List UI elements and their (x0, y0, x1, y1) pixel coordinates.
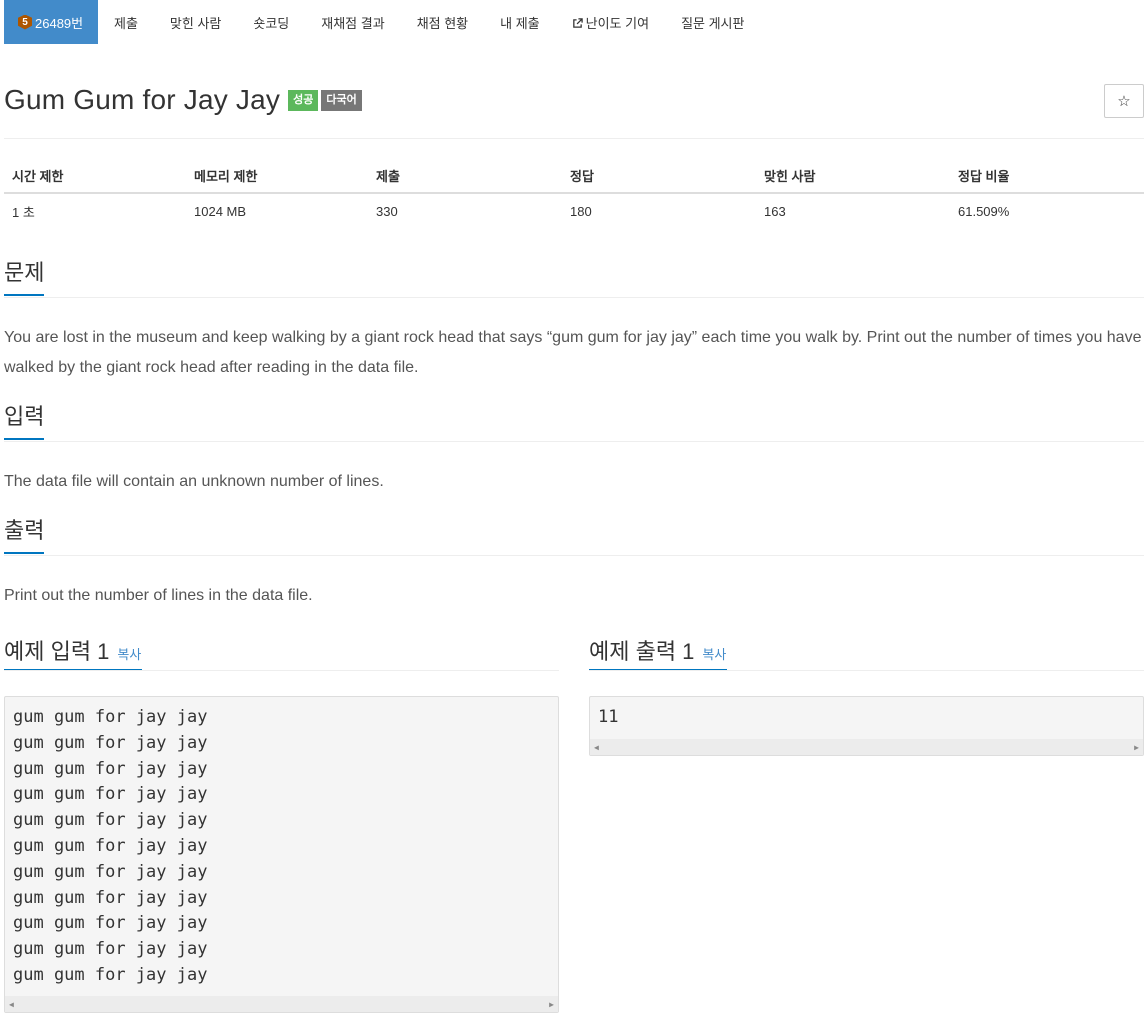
problem-title: Gum Gum for Jay Jay (4, 84, 281, 115)
nav-difficulty-contribution[interactable]: 난이도 기여 (556, 0, 665, 44)
sample-output-title: 예제 출력 1 (589, 639, 695, 664)
scroll-right-icon[interactable]: ▶ (1134, 743, 1139, 752)
sample-input-scrollbar[interactable]: ◀ ▶ (5, 996, 558, 1012)
output-divider (4, 555, 1144, 556)
input-heading: 입력 (4, 402, 45, 442)
info-header-memory-limit: 메모리 제한 (194, 168, 258, 184)
input-text: The data file will contain an unknown nu… (4, 473, 384, 490)
sample-output-heading: 예제 출력 1 복사 (589, 634, 726, 666)
sample-input-box[interactable]: gum gum for jay jay gum gum for jay jay gu… (4, 696, 559, 1013)
code-line: gum gum for jay jay (13, 784, 208, 805)
nav-accepted-users[interactable]: 맞힌 사람 (154, 0, 237, 44)
input-divider (4, 441, 1144, 442)
code-line: 11 (598, 707, 619, 727)
sample-input-code: gum gum for jay jay gum gum for jay jay gu… (5, 697, 558, 989)
nav-short-coding[interactable]: 숏코딩 (237, 0, 305, 44)
code-line: gum gum for jay jay (13, 964, 208, 985)
scroll-left-icon[interactable]: ◀ (594, 743, 599, 752)
sample-input-divider (4, 670, 559, 671)
info-header-solvers: 맞힌 사람 (764, 168, 816, 184)
info-header-time-limit: 시간 제한 (12, 168, 64, 184)
tier-badge-icon: 5 (18, 14, 32, 30)
info-header-row: 시간 제한 메모리 제한 제출 정답 맞힌 사람 정답 비율 (4, 158, 1144, 194)
star-button[interactable]: ☆ (1104, 84, 1144, 118)
info-header-ratio: 정답 비율 (958, 168, 1010, 184)
code-line: gum gum for jay jay (13, 758, 208, 779)
info-accepted: 180 (570, 204, 592, 219)
info-submissions: 330 (376, 204, 398, 219)
sample-output-divider (589, 670, 1144, 671)
nav-question-board[interactable]: 질문 게시판 (665, 0, 760, 44)
problem-title-row: Gum Gum for Jay Jay 성공 다국어 (4, 84, 362, 116)
description-heading: 문제 (4, 258, 45, 298)
description-title: 문제 (4, 258, 45, 296)
output-title: 출력 (4, 516, 45, 554)
status-badge-success[interactable]: 성공 (288, 89, 319, 111)
nav-status[interactable]: 채점 현황 (401, 0, 484, 44)
description-text: You are lost in the museum and keep walk… (4, 329, 1142, 376)
sample-output-scrollbar[interactable]: ◀ ▶ (590, 739, 1143, 755)
nav-my-submissions[interactable]: 내 제출 (484, 0, 556, 44)
info-solvers: 163 (764, 204, 786, 219)
sample-input-title: 예제 입력 1 (4, 639, 110, 664)
scroll-right-icon[interactable]: ▶ (549, 1000, 554, 1009)
info-memory-limit: 1024 MB (194, 204, 247, 219)
info-value-row: 1 초 1024 MB 330 180 163 61.509% (4, 194, 1144, 229)
sample-output-box[interactable]: 11 ◀ ▶ (589, 696, 1144, 756)
output-heading: 출력 (4, 516, 45, 556)
problem-info-table: 시간 제한 메모리 제한 제출 정답 맞힌 사람 정답 비율 1 초 1024 … (4, 158, 1144, 229)
title-divider (4, 138, 1144, 139)
code-line: gum gum for jay jay (13, 707, 208, 727)
code-line: gum gum for jay jay (13, 810, 208, 831)
code-line: gum gum for jay jay (13, 732, 208, 753)
output-text: Print out the number of lines in the dat… (4, 587, 313, 604)
code-line: gum gum for jay jay (13, 887, 208, 908)
code-line: gum gum for jay jay (13, 913, 208, 934)
scroll-left-icon[interactable]: ◀ (9, 1000, 14, 1009)
sample-input-heading: 예제 입력 1 복사 (4, 634, 141, 666)
status-badge-multilingual[interactable]: 다국어 (321, 89, 362, 111)
sample-output-code: 11 (590, 697, 1143, 731)
input-title: 입력 (4, 402, 45, 440)
code-line: gum gum for jay jay (13, 939, 208, 960)
info-time-limit: 1 초 (12, 205, 35, 220)
star-icon: ☆ (1117, 93, 1131, 110)
nav-difficulty-label: 난이도 기여 (585, 15, 650, 31)
nav-rejudge-results[interactable]: 재채점 결과 (305, 0, 400, 44)
code-line: gum gum for jay jay (13, 835, 208, 856)
info-header-accepted: 정답 (570, 168, 594, 184)
external-link-icon (572, 17, 583, 28)
problem-menu: 5 26489번 제출 맞힌 사람 숏코딩 재채점 결과 채점 현황 내 제출 … (4, 0, 760, 44)
code-line: gum gum for jay jay (13, 861, 208, 882)
copy-sample-output-button[interactable]: 복사 (702, 644, 726, 663)
nav-submit[interactable]: 제출 (98, 0, 154, 44)
copy-sample-input-button[interactable]: 복사 (117, 644, 141, 663)
nav-problem-tab[interactable]: 5 26489번 (4, 0, 98, 44)
info-ratio: 61.509% (958, 204, 1010, 219)
problem-id-label: 26489번 (35, 15, 84, 31)
description-divider (4, 297, 1144, 298)
info-header-submissions: 제출 (376, 168, 400, 184)
